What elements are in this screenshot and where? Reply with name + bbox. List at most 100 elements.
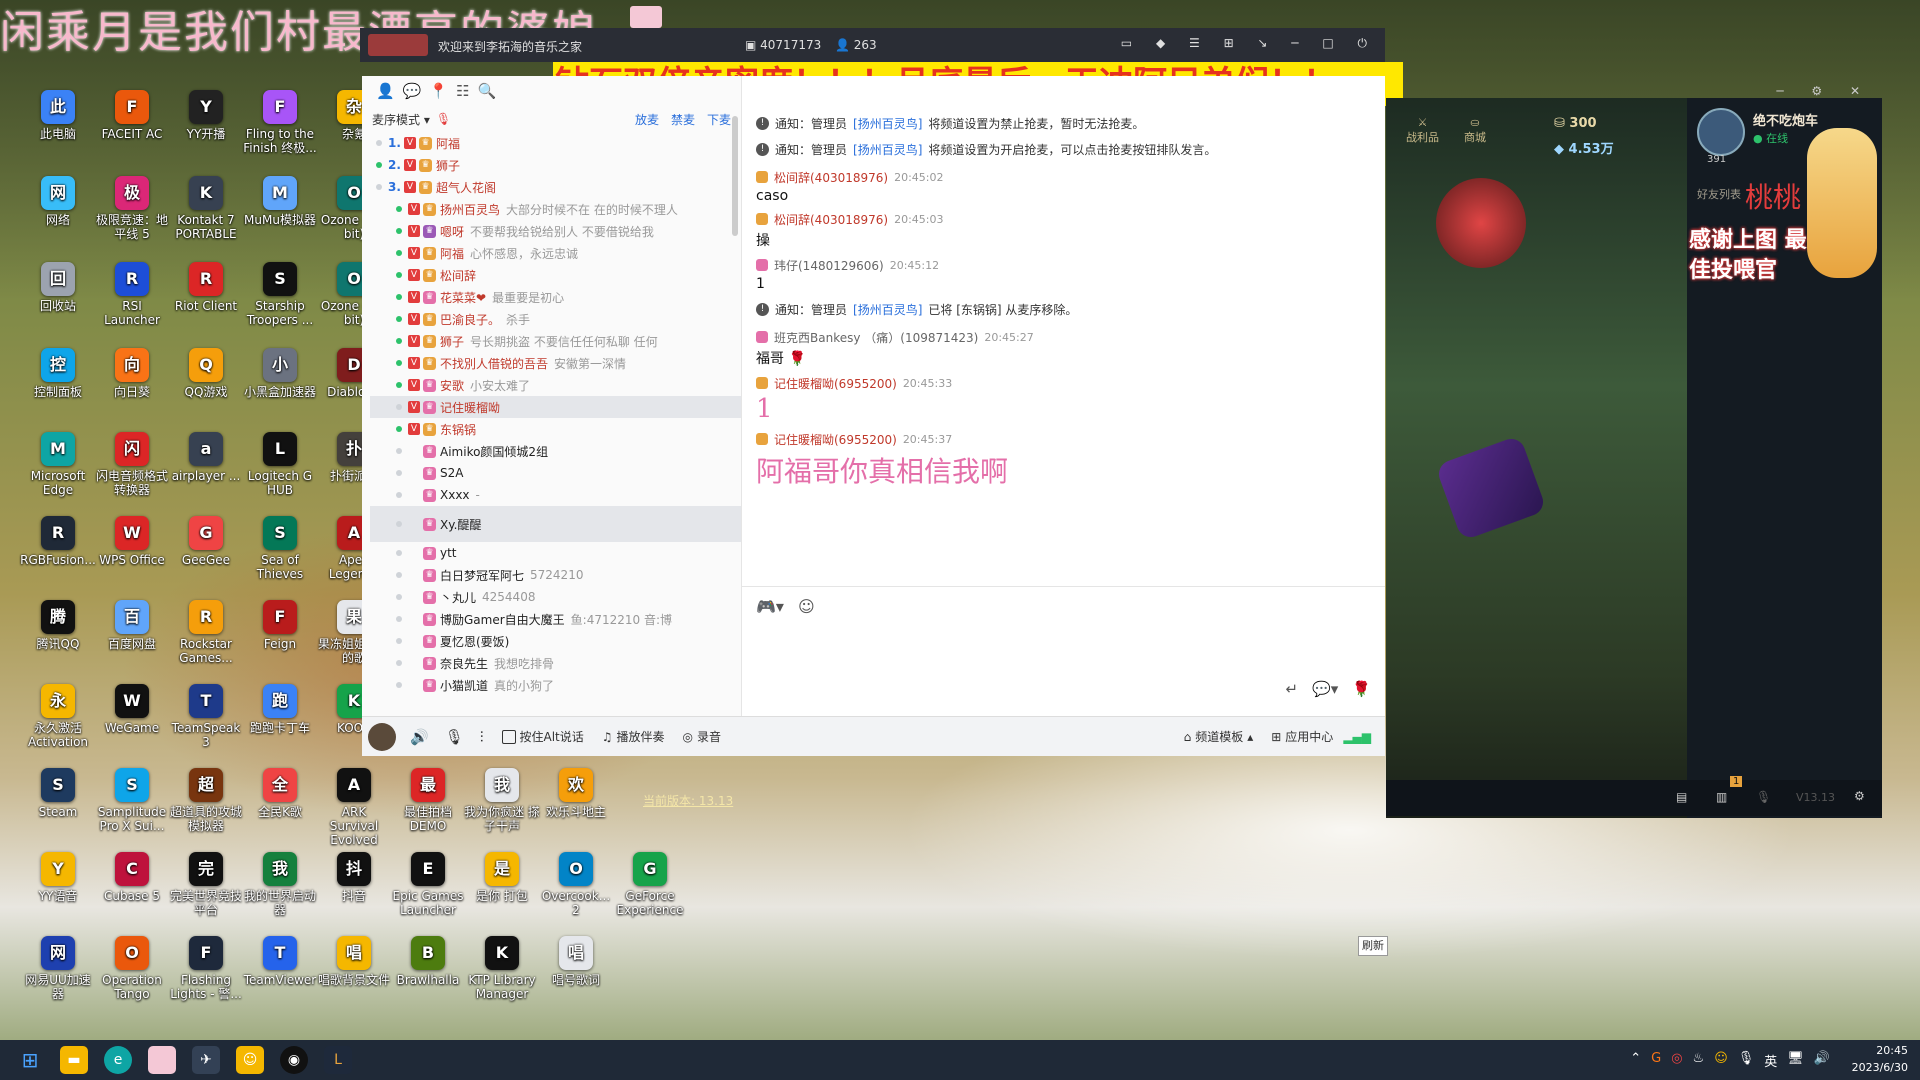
desktop-icon[interactable]: G GeForce Experience	[612, 852, 688, 917]
member-item[interactable]: V ♛ 安歌 小安太难了	[370, 374, 741, 396]
list-icon[interactable]: ☷	[456, 82, 469, 100]
mic-off-icon[interactable]: 🎙	[436, 112, 451, 126]
emoji-search-icon[interactable]: ☺	[798, 597, 815, 616]
apps-button[interactable]: ⊞ 应用中心	[1271, 728, 1333, 745]
guest-item[interactable]: ♛ 博励Gamer自由大魔王 鱼:4712210 音:博	[370, 608, 741, 630]
desktop-icon[interactable]: S Sea of Thieves	[242, 516, 318, 581]
guest-item[interactable]: ♛ S2A	[370, 462, 741, 484]
desktop-icon[interactable]: S Samplitude Pro X Sui...	[94, 768, 170, 833]
volume-icon[interactable]: 🔊	[1814, 1051, 1830, 1070]
queue-item[interactable]: 3. V ♛ 超气人花阁	[370, 176, 741, 198]
desktop-icon[interactable]: 我我的世界启动器	[242, 852, 318, 917]
desktop-icon[interactable]: R Rockstar Games...	[168, 600, 244, 665]
desktop-icon[interactable]: 我我为你疯迷 搽子干声	[464, 768, 540, 833]
app-icon[interactable]: ✈	[192, 1046, 220, 1074]
member-item[interactable]: V ♛ 扬州百灵鸟 大部分时候不在 在的时候不理人	[370, 198, 741, 220]
notice-user-link[interactable]: [扬州百灵鸟]	[853, 115, 922, 132]
desktop-icon[interactable]: L Logitech G HUB	[242, 432, 318, 497]
yy-icon[interactable]: ☺	[236, 1046, 264, 1074]
scrollbar[interactable]	[732, 116, 738, 236]
ime-indicator[interactable]: 英	[1764, 1051, 1777, 1070]
member-item[interactable]: V ♛ 阿福 心怀感恩，永远忠诚	[370, 242, 741, 264]
template-button[interactable]: ⌂ 频道模板 ▴	[1184, 728, 1254, 745]
desktop-icon[interactable]: R RSI Launcher	[94, 262, 170, 327]
gamepad-icon[interactable]: 🎮▾	[756, 597, 784, 616]
desktop-icon[interactable]: 回回收站	[20, 262, 96, 313]
pin-icon[interactable]: 📍	[429, 82, 448, 100]
member-item[interactable]: V ♛ 记住暖榴呦	[370, 396, 741, 418]
start-icon[interactable]: ⊞	[16, 1046, 44, 1074]
enter-icon[interactable]: ↵	[1286, 680, 1299, 698]
desktop-icon[interactable]: E Epic Games Launcher	[390, 852, 466, 917]
desktop-icon[interactable]: M Microsoft Edge	[20, 432, 96, 497]
queue-item[interactable]: 2. V ♛ 狮子	[370, 154, 741, 176]
gift-icon[interactable]: 🌹	[1352, 680, 1371, 698]
notification-icon[interactable]: ▥	[1716, 790, 1727, 804]
desktop-icon[interactable]: T TeamSpeak 3	[168, 684, 244, 749]
desktop-icon[interactable]: O Operation Tango	[94, 936, 170, 1001]
desktop-icon[interactable]: 抖抖音	[316, 852, 392, 903]
app-icon[interactable]	[148, 1046, 176, 1074]
mode-select[interactable]: 麦序模式 ▾	[372, 111, 430, 128]
edge-icon[interactable]: e	[104, 1046, 132, 1074]
desktop-icon[interactable]: 向向日葵	[94, 348, 170, 399]
guest-item[interactable]: ♛ Xy.醍醍	[370, 506, 741, 542]
window-controls[interactable]: ─ ⚙ ✕	[1776, 84, 1872, 98]
desktop-icon[interactable]: R RGBFusion...	[20, 516, 96, 567]
settings-icon[interactable]: ⚙	[1854, 789, 1865, 803]
desktop-icon[interactable]: 最最佳拍档 DEMO	[390, 768, 466, 833]
desktop-icon[interactable]: F Flashing Lights - 警...	[168, 936, 244, 1001]
desktop-icon[interactable]: Q QQ游戏	[168, 348, 244, 399]
avatar[interactable]	[1697, 108, 1745, 156]
desktop-icon[interactable]: 极极限竞速：地平线 5	[94, 176, 170, 241]
yy-icon[interactable]: ☺	[1714, 1051, 1728, 1070]
desktop-icon[interactable]: A ARK Survival Evolved	[316, 768, 392, 847]
desktop-icon[interactable]: 跑跑跑卡丁车	[242, 684, 318, 735]
queue-item[interactable]: 1. V ♛ 阿福	[370, 132, 741, 154]
steam-icon[interactable]: ♨	[1693, 1051, 1705, 1070]
music-button[interactable]: ♫ 播放伴奏	[602, 728, 665, 745]
desktop-icon[interactable]: T TeamViewer	[242, 936, 318, 987]
drop-mic-link[interactable]: 下麦	[707, 111, 731, 128]
desktop-icon[interactable]: 唱唱歌背景文件	[316, 936, 392, 987]
clock[interactable]: 20:45 2023/6/30	[1852, 1042, 1908, 1076]
refresh-button[interactable]: 刷新	[1358, 936, 1388, 956]
desktop-icon[interactable]: 网网易UU加速器	[20, 936, 96, 1001]
obs-icon[interactable]: ◉	[280, 1046, 308, 1074]
folder-icon[interactable]: ▬	[60, 1046, 88, 1074]
member-item[interactable]: V ♛ 嗯呀 不要帮我给锐给别人 不要借锐给我	[370, 220, 741, 242]
desktop-icon[interactable]: M MuMu模拟器	[242, 176, 318, 227]
chat-icon[interactable]: ▤	[1676, 790, 1687, 804]
guest-item[interactable]: ♛ 丶丸儿 4254408	[370, 586, 741, 608]
member-item[interactable]: V ♛ 巴渝良子。 杀手	[370, 308, 741, 330]
guest-item[interactable]: ♛ Aimiko颜国倾城2组	[370, 440, 741, 462]
message-author[interactable]: 松间辞(403018976)	[774, 211, 888, 228]
speaker-icon[interactable]: 🔊	[410, 728, 429, 746]
mic-icon[interactable]: 🎙	[445, 728, 464, 746]
voice-icon[interactable]: 🎙	[1756, 790, 1771, 804]
mic-icon[interactable]: 🎙	[1738, 1051, 1755, 1070]
record-button[interactable]: ◎ 录音	[683, 728, 722, 745]
desktop-icon[interactable]: 完完美世界竞技平台	[168, 852, 244, 917]
lol-icon[interactable]: L	[324, 1046, 352, 1074]
desktop-icon[interactable]: 全全民K歌	[242, 768, 318, 819]
guest-item[interactable]: ♛ 小猫凯道 真的小狗了	[370, 674, 741, 696]
desktop-icon[interactable]: C Cubase 5	[94, 852, 170, 903]
chat-input-area[interactable]: 🎮▾ ☺ ↵ 💬▾ 🌹	[742, 586, 1385, 716]
desktop-icon[interactable]: F FACEIT AC	[94, 90, 170, 141]
member-item[interactable]: V ♛ 东锅锅	[370, 418, 741, 440]
desktop-icon[interactable]: 欢欢乐斗地主	[538, 768, 614, 819]
desktop-icon[interactable]: 腾腾讯QQ	[20, 600, 96, 651]
game-version[interactable]: 当前版本: 13.13	[643, 792, 733, 809]
search-icon[interactable]: 🔍	[478, 82, 497, 100]
guest-item[interactable]: ♛ 白日梦冠军阿七 5724210	[370, 564, 741, 586]
desktop-icon[interactable]: 百百度网盘	[94, 600, 170, 651]
guest-item[interactable]: ♛ 夏忆恩(要饭)	[370, 630, 741, 652]
desktop-icon[interactable]: 控控制面板	[20, 348, 96, 399]
notice-user-link[interactable]: [扬州百灵鸟]	[853, 141, 922, 158]
desktop-icon[interactable]: 是是你 打包	[464, 852, 540, 903]
loot-tab[interactable]: ⚔ 战利品	[1406, 116, 1439, 145]
desktop-icon[interactable]: 超超道具的攻城模拟器	[168, 768, 244, 833]
desktop-icon[interactable]: 此此电脑	[20, 90, 96, 141]
release-mic-link[interactable]: 放麦	[635, 111, 659, 128]
